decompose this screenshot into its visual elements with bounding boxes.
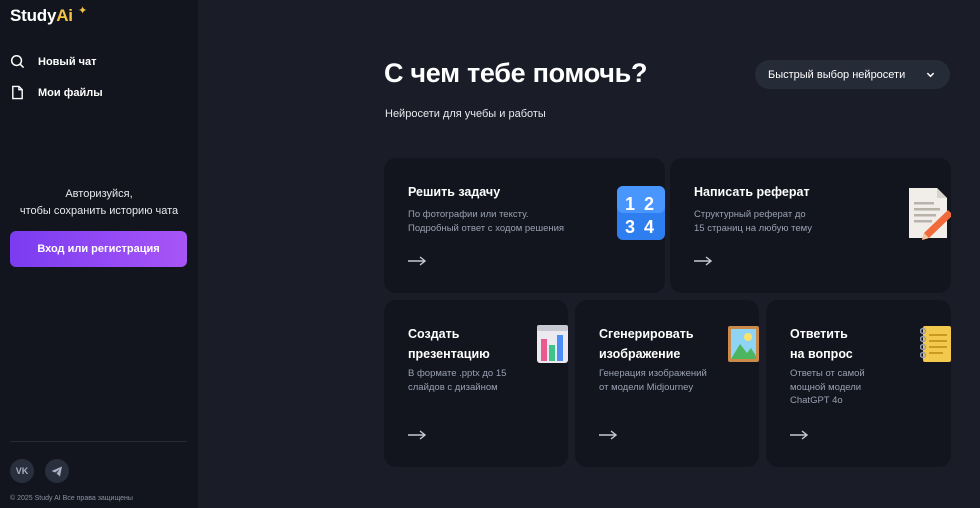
divider [10, 441, 187, 442]
copyright: © 2025 Study AI Все права защищены [10, 495, 133, 502]
card-description: Структурный реферат до 15 страниц на люб… [694, 208, 812, 235]
auth-prompt: Авторизуйся, чтобы сохранить историю чат… [0, 186, 198, 220]
search-icon [10, 54, 25, 69]
auth-prompt-line1: Авторизуйся, [65, 188, 133, 200]
chevron-down-icon [926, 72, 935, 78]
model-select-label: Быстрый выбор нейросети [768, 68, 906, 81]
bar-chart-icon [537, 325, 568, 363]
card-desc-line: ChatGPT 4o [790, 395, 843, 406]
arrow-right-icon [790, 430, 808, 440]
svg-text:3: 3 [625, 217, 635, 237]
card-title: Ответить на вопрос [790, 324, 853, 364]
picture-icon [728, 326, 759, 362]
card-generate-image[interactable]: Сгенерировать изображение Генерация изоб… [575, 300, 759, 467]
svg-text:1: 1 [625, 194, 635, 214]
logo[interactable]: StudyAi ✦ [10, 5, 87, 26]
logo-ai: Ai [56, 6, 73, 25]
page-title: С чем тебе помочь? [384, 58, 648, 88]
new-chat-label: Новый чат [38, 55, 97, 68]
sidebar: StudyAi ✦ Новый чат Мои файлы Авторизуйс… [0, 0, 198, 508]
card-desc-line: мощной модели [790, 381, 862, 393]
notepad-icon [920, 326, 951, 362]
numbers-icon: 1 2 3 4 [617, 186, 665, 240]
card-desc-line: В формате .pptx до 15 [408, 368, 507, 379]
my-files-button[interactable]: Мои файлы [10, 85, 103, 100]
new-chat-button[interactable]: Новый чат [10, 54, 97, 69]
document-pencil-icon [909, 188, 951, 240]
card-desc-line: По фотографии или тексту. [408, 209, 529, 220]
vk-icon[interactable]: VK [10, 459, 34, 483]
card-title-line: презентацию [408, 347, 490, 361]
card-solve-task[interactable]: Решить задачу По фотографии или тексту. … [384, 158, 665, 293]
file-icon [12, 85, 23, 100]
card-desc-line: от модели Midjourney [599, 381, 694, 393]
card-desc-line: слайдов с дизайном [408, 381, 498, 393]
model-select-dropdown[interactable]: Быстрый выбор нейросети [755, 60, 950, 89]
card-title: Создать презентацию [408, 324, 490, 364]
card-title-line: Ответить [790, 327, 848, 341]
telegram-plane-glyph [51, 466, 62, 476]
arrow-right-icon [599, 430, 617, 440]
card-description: В формате .pptx до 15 слайдов с дизайном [408, 367, 506, 394]
card-desc-line: Структурный реферат до [694, 209, 806, 220]
arrow-right-icon [408, 256, 426, 266]
card-title-line: на вопрос [790, 347, 853, 361]
card-desc-line: 15 страниц на любую тему [694, 222, 813, 234]
card-desc-line: Генерация изображений [599, 368, 707, 379]
telegram-icon[interactable] [45, 459, 69, 483]
card-desc-line: Подробный ответ с ходом решения [408, 222, 565, 234]
card-title-line: Сгенерировать [599, 327, 694, 341]
card-create-presentation[interactable]: Создать презентацию В формате .pptx до 1… [384, 300, 568, 467]
card-title-line: Создать [408, 327, 460, 341]
card-description: Ответы от самой мощной модели ChatGPT 4o [790, 367, 865, 408]
page-subtitle: Нейросети для учебы и работы [385, 108, 546, 120]
my-files-label: Мои файлы [38, 86, 103, 99]
arrow-right-icon [694, 256, 712, 266]
svg-text:4: 4 [644, 217, 654, 237]
card-write-essay[interactable]: Написать реферат Структурный реферат до … [670, 158, 951, 293]
card-title: Решить задачу [408, 185, 501, 199]
arrow-right-icon [408, 430, 426, 440]
sparkle-icon: ✦ [78, 5, 88, 17]
auth-prompt-line2: чтобы сохранить историю чата [19, 205, 179, 217]
card-description: Генерация изображений от модели Midjourn… [599, 367, 707, 394]
card-title: Сгенерировать изображение [599, 324, 694, 364]
card-title: Написать реферат [694, 185, 810, 199]
svg-text:2: 2 [644, 194, 654, 214]
card-description: По фотографии или тексту. Подробный отве… [408, 208, 564, 235]
logo-text: Study [10, 6, 57, 25]
card-answer-question[interactable]: Ответить на вопрос Ответы от самой мощно… [766, 300, 951, 467]
card-desc-line: Ответы от самой [790, 368, 865, 379]
card-title-line: изображение [599, 347, 681, 361]
login-button[interactable]: Вход или регистрация [10, 231, 187, 267]
